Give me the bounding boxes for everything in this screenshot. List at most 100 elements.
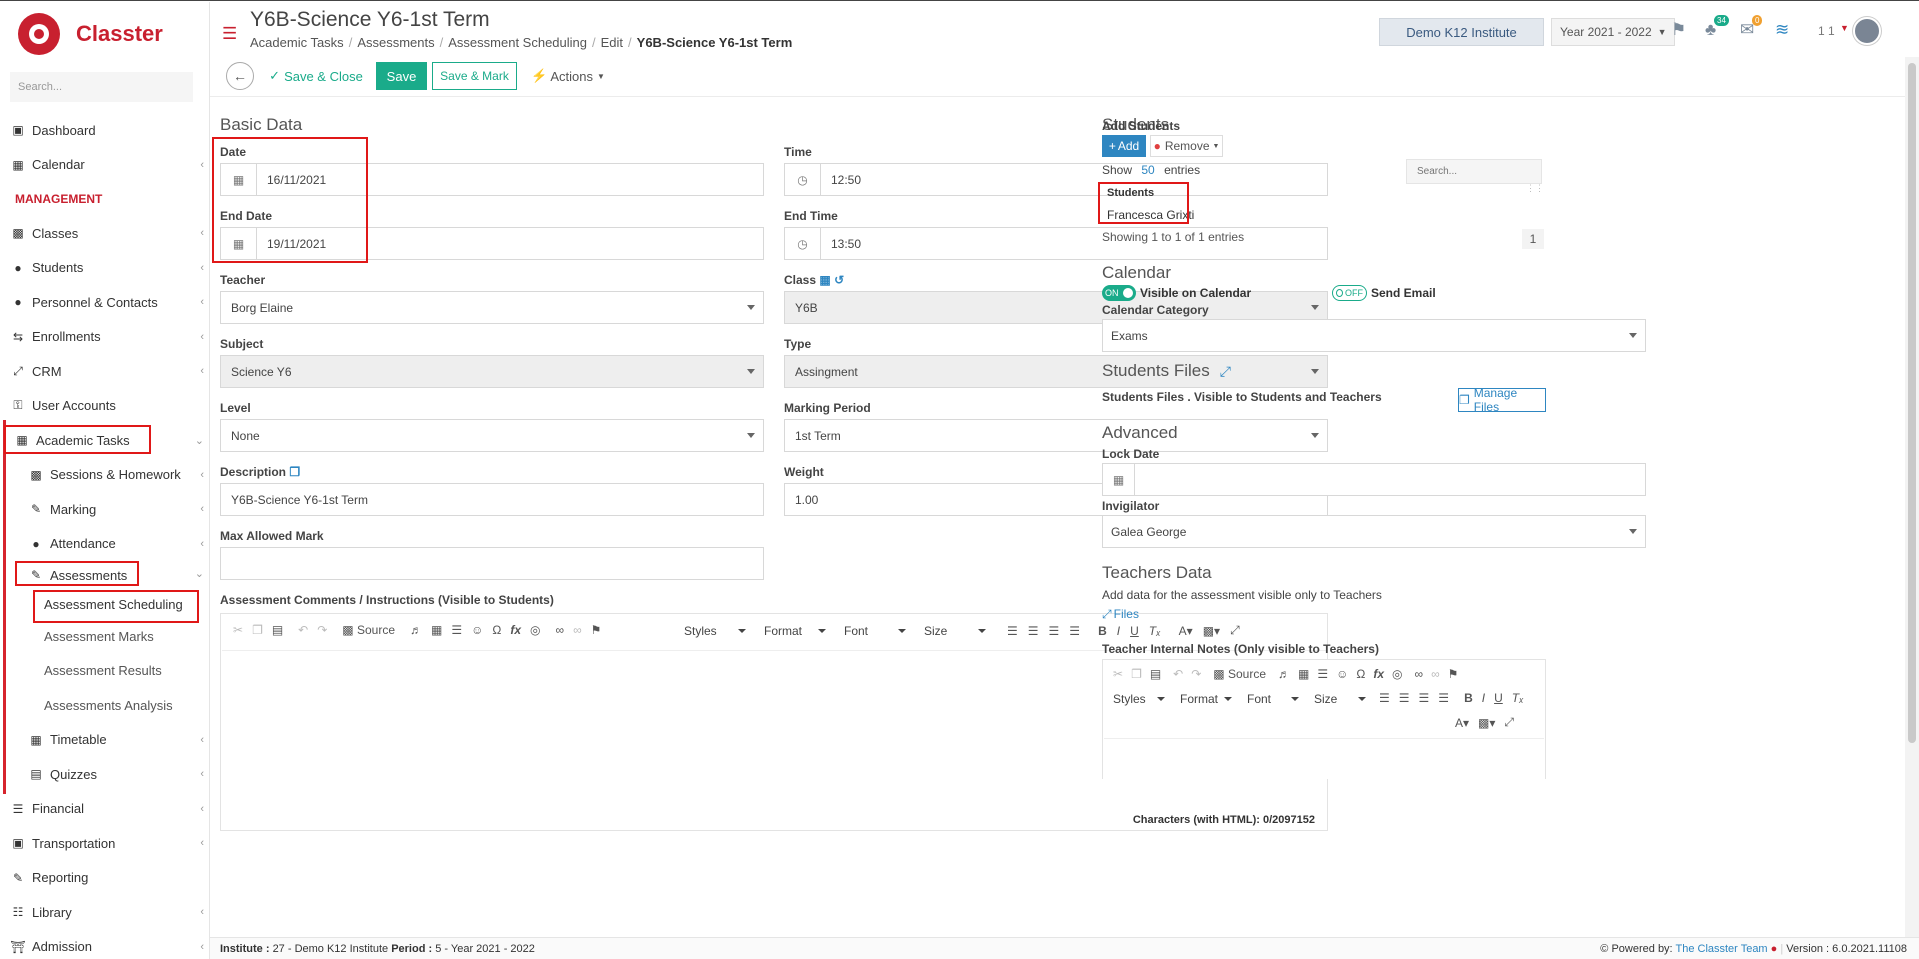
calendar-category-select[interactable]: Exams — [1102, 319, 1646, 352]
paste-icon[interactable]: ▤ — [1150, 667, 1161, 681]
teacher-notes-editor[interactable]: ✂ ❐ ▤ ↶ ↷ ▩ Source ♬ ▦ ☰ ☺ Ω fx ◎ ∞ ∞ ⚑ … — [1102, 659, 1546, 779]
institute-button[interactable]: Demo K12 Institute — [1379, 18, 1544, 46]
underline-icon[interactable]: U — [1494, 691, 1503, 705]
audio-icon[interactable]: ♬ — [1278, 667, 1290, 681]
globe-icon[interactable]: ◎ — [1392, 667, 1402, 681]
link-icon[interactable]: ∞ — [1415, 667, 1424, 681]
table-icon[interactable]: ▦ — [1298, 667, 1309, 681]
cut-icon[interactable]: ✂ — [233, 623, 243, 637]
clock-icon[interactable]: ◷ — [785, 228, 821, 259]
fx-icon[interactable]: fx — [1373, 667, 1384, 681]
send-email-toggle[interactable]: OFF — [1332, 285, 1367, 301]
flag-icon[interactable]: ⚑ — [1671, 20, 1686, 40]
layers-icon[interactable]: ≋ — [1775, 20, 1789, 40]
sidebar-item-timetable[interactable]: ▦ Timetable ‹ — [0, 723, 210, 758]
italic-icon[interactable]: I — [1482, 691, 1485, 705]
audio-icon[interactable]: ♬ — [410, 623, 422, 637]
smiley-icon[interactable]: ☺ — [1336, 667, 1348, 681]
sidebar-item-library[interactable]: ☷ Library ‹ — [0, 895, 210, 930]
flag-icon[interactable]: ⚑ — [591, 623, 602, 637]
maximize-icon[interactable]: ⤢ — [1230, 623, 1240, 638]
page-scrollbar[interactable] — [1905, 57, 1919, 937]
align-right-icon[interactable]: ☰ — [1049, 624, 1060, 638]
undo-icon[interactable]: ↶ — [298, 623, 308, 637]
align-center-icon[interactable]: ☰ — [1028, 624, 1039, 638]
level-select[interactable]: None — [220, 419, 764, 452]
type-select[interactable]: Assingment — [784, 355, 1328, 388]
teacher-select[interactable]: Borg Elaine — [220, 291, 764, 324]
globe-icon[interactable]: ◎ — [530, 623, 540, 637]
breadcrumb-item[interactable]: Assessments — [357, 35, 434, 50]
footer-team-link[interactable]: The Classter Team — [1675, 943, 1767, 955]
source-button[interactable]: ▩ Source — [1213, 667, 1266, 681]
size-select[interactable]: Size — [919, 619, 991, 643]
styles-select[interactable]: Styles — [1108, 687, 1170, 711]
sidebar-item-crm[interactable]: ⤢ CRM ‹ — [0, 354, 210, 389]
scrollbar-thumb[interactable] — [1908, 63, 1916, 743]
clock-icon[interactable]: ◷ — [785, 164, 821, 195]
sidebar-item-marking[interactable]: ✎ Marking ‹ — [0, 492, 210, 527]
lock-date-field[interactable]: ▦ — [1102, 463, 1646, 496]
period-select[interactable]: 1st Term — [784, 419, 1328, 452]
save-close-button[interactable]: ✓ Save & Close — [268, 62, 364, 90]
table-icon[interactable]: ▦ — [431, 623, 442, 637]
calendar-icon[interactable]: ▦ — [819, 273, 830, 287]
link-icon[interactable]: ∞ — [556, 623, 565, 637]
sidebar-item-sessions[interactable]: ▩ Sessions & Homework ‹ — [0, 458, 210, 493]
undo-icon[interactable]: ↶ — [1173, 667, 1183, 681]
sidebar-item-calendar[interactable]: ▦ Calendar ‹ — [0, 148, 210, 183]
breadcrumb-item[interactable]: Academic Tasks — [250, 35, 344, 50]
sidebar-item-personnel[interactable]: ● Personnel & Contacts ‹ — [0, 285, 210, 320]
invigilator-select[interactable]: Galea George — [1102, 515, 1646, 548]
hr-icon[interactable]: ☰ — [451, 623, 462, 637]
students-search-input[interactable] — [1406, 159, 1542, 184]
clear-format-icon[interactable]: Tₓ — [1149, 624, 1161, 638]
maximize-icon[interactable]: ⤢ — [1504, 715, 1514, 730]
sidebar-item-user-accounts[interactable]: ⚿ User Accounts — [0, 389, 210, 424]
smiley-icon[interactable]: ☺ — [471, 623, 483, 637]
size-select[interactable]: Size — [1309, 687, 1371, 711]
save-mark-button[interactable]: Save & Mark — [432, 62, 517, 90]
sidebar-item-reporting[interactable]: ✎ Reporting — [0, 861, 210, 896]
align-center-icon[interactable]: ☰ — [1399, 691, 1410, 705]
underline-icon[interactable]: U — [1130, 624, 1139, 638]
text-color-icon[interactable]: A▾ — [1179, 624, 1193, 638]
resize-icon[interactable]: ⋮⋮ — [1526, 183, 1544, 194]
format-select[interactable]: Format — [759, 619, 831, 643]
time-field[interactable]: ◷ 12:50 — [784, 163, 1328, 196]
unlink-icon[interactable]: ∞ — [573, 623, 582, 637]
source-button[interactable]: ▩ Source — [342, 623, 395, 637]
copy-icon[interactable]: ❐ — [1131, 667, 1142, 681]
bold-icon[interactable]: B — [1464, 691, 1473, 705]
align-left-icon[interactable]: ☰ — [1007, 624, 1018, 638]
format-select[interactable]: Format — [1175, 687, 1237, 711]
user-label[interactable]: 1 1 — [1818, 24, 1835, 38]
sidebar-item-assessment-marks[interactable]: Assessment Marks — [0, 619, 210, 654]
visible-calendar-toggle[interactable]: ON — [1102, 285, 1136, 301]
history-icon[interactable]: ↺ — [834, 273, 844, 287]
sidebar-item-attendance[interactable]: ● Attendance ‹ — [0, 527, 210, 562]
styles-select[interactable]: Styles — [679, 619, 751, 643]
end-time-field[interactable]: ◷ 13:50 — [784, 227, 1328, 260]
manage-files-button[interactable]: ❐ Manage Files — [1458, 386, 1546, 414]
sidebar-item-transportation[interactable]: ▣ Transportation ‹ — [0, 826, 210, 861]
font-select[interactable]: Font — [839, 619, 911, 643]
sidebar-item-quizzes[interactable]: ▤ Quizzes ‹ — [0, 757, 210, 792]
logo[interactable]: Classter — [18, 12, 163, 56]
flag-icon[interactable]: ⚑ — [1448, 667, 1459, 681]
description-input[interactable]: Y6B-Science Y6-1st Term — [220, 483, 764, 516]
omega-icon[interactable]: Ω — [1356, 667, 1365, 681]
sidebar-item-enrollments[interactable]: ⇆ Enrollments ‹ — [0, 320, 210, 355]
align-justify-icon[interactable]: ☰ — [1069, 624, 1080, 638]
sidebar-item-admission[interactable]: ⛩ Admission ‹ — [0, 930, 210, 959]
clear-format-icon[interactable]: Tₓ — [1512, 691, 1524, 705]
sidebar-item-students[interactable]: ● Students ‹ — [0, 251, 210, 286]
unlink-icon[interactable]: ∞ — [1431, 667, 1440, 681]
remove-student-button[interactable]: ● Remove ▼ — [1150, 135, 1223, 157]
menu-toggle-icon[interactable]: ☰ — [222, 24, 237, 44]
align-justify-icon[interactable]: ☰ — [1438, 691, 1449, 705]
copy-icon[interactable]: ❐ — [289, 465, 300, 479]
sidebar-item-financial[interactable]: ☰ Financial ‹ — [0, 792, 210, 827]
font-select[interactable]: Font — [1242, 687, 1304, 711]
fx-icon[interactable]: fx — [510, 623, 521, 637]
